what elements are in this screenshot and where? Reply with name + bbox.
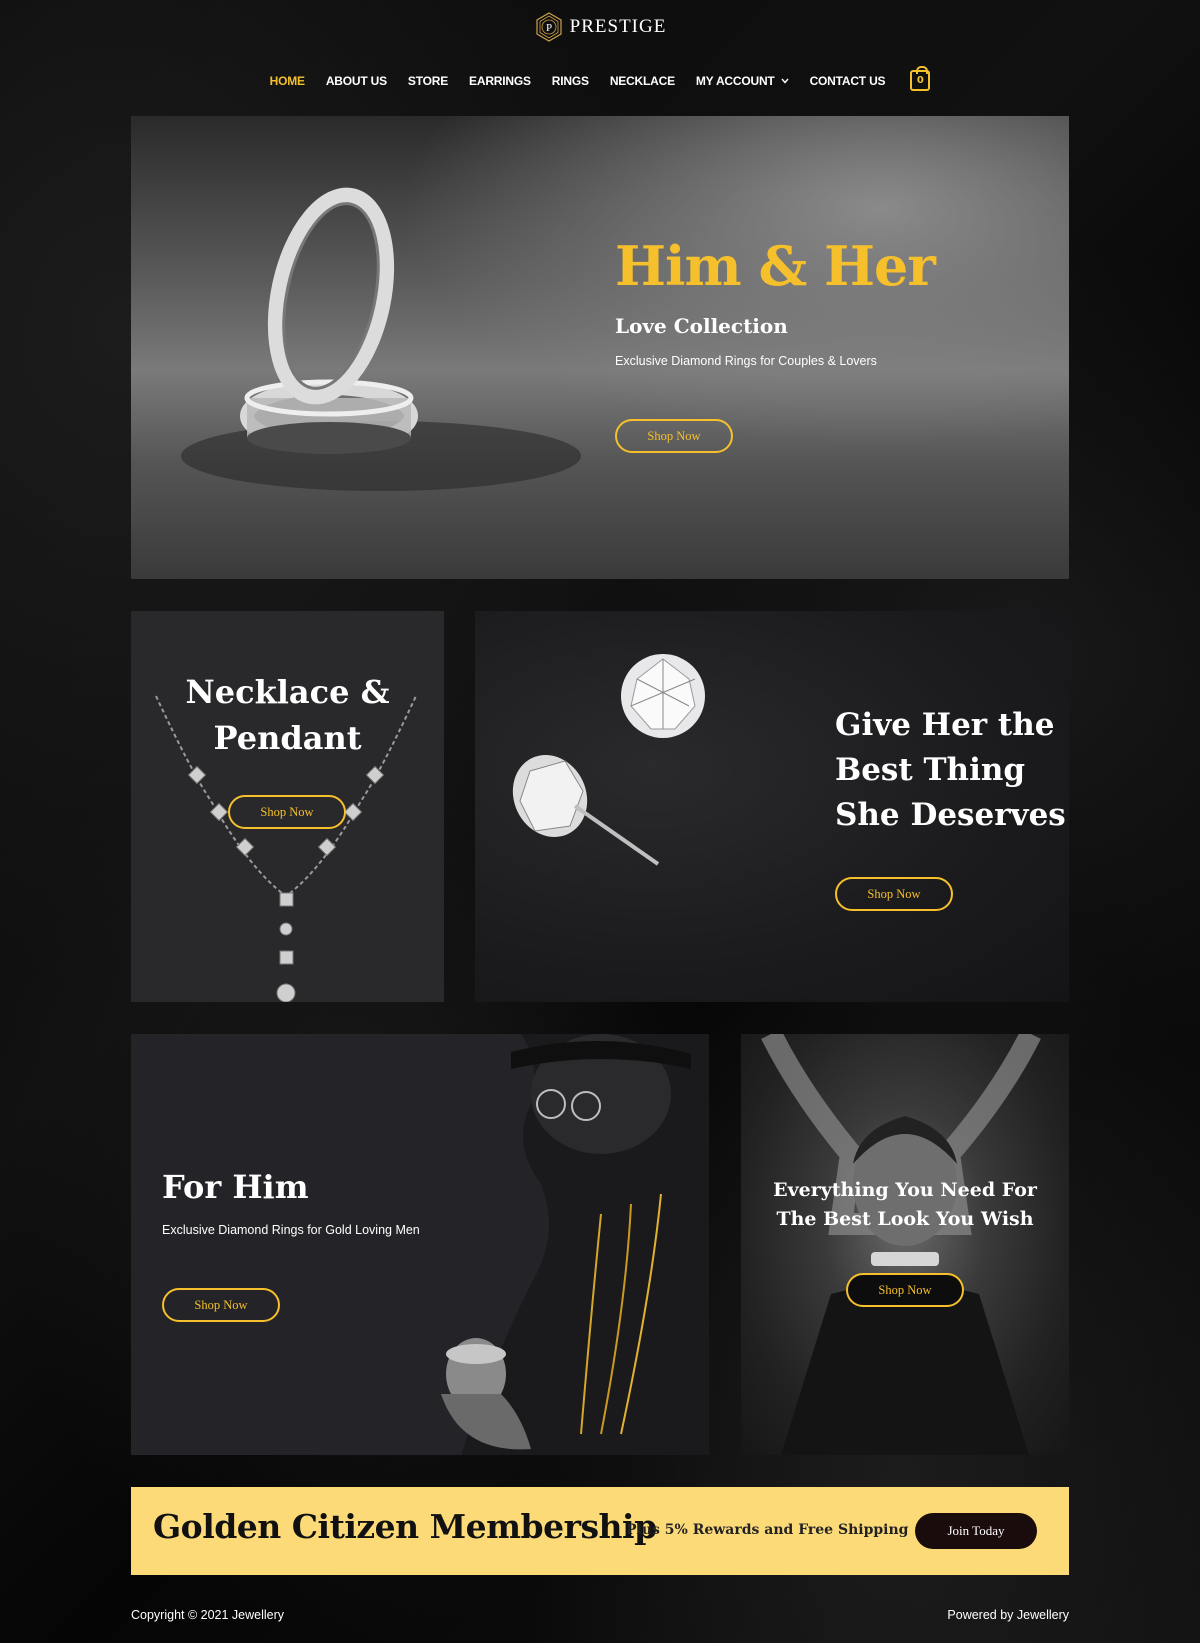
earring-title: Give Her the Best Thing She Deserves bbox=[835, 703, 1066, 838]
necklace-pendant-card: Necklace & Pendant Shop Now bbox=[131, 611, 444, 1002]
footer-powered-by: Powered by Jewellery bbox=[947, 1608, 1069, 1622]
hero-description: Exclusive Diamond Rings for Couples & Lo… bbox=[615, 354, 877, 368]
earring-title-line2: Best Thing bbox=[835, 752, 1026, 788]
necklace-title: Necklace & Pendant bbox=[131, 669, 444, 761]
footer-copyright: Copyright © 2021 Jewellery bbox=[131, 1608, 285, 1622]
nav-home[interactable]: HOME bbox=[270, 74, 305, 88]
nav-store[interactable]: STORE bbox=[408, 74, 448, 88]
man-with-glass-image bbox=[441, 1034, 709, 1455]
hero-subtitle: Love Collection bbox=[615, 314, 788, 338]
necklace-shop-now-button[interactable]: Shop Now bbox=[228, 795, 346, 829]
hero-banner: Him & Her Love Collection Exclusive Diam… bbox=[131, 116, 1069, 579]
earring-shop-now-button[interactable]: Shop Now bbox=[835, 877, 953, 911]
join-today-button[interactable]: Join Today bbox=[915, 1513, 1037, 1549]
for-him-shop-now-button[interactable]: Shop Now bbox=[162, 1288, 280, 1322]
nav-contact-us[interactable]: CONTACT US bbox=[810, 74, 886, 88]
nav-my-account[interactable]: MY ACCOUNT bbox=[696, 74, 789, 88]
necklace-title-line2: Pendant bbox=[213, 719, 362, 757]
woman-portrait-image bbox=[761, 1034, 1041, 1455]
for-him-description: Exclusive Diamond Rings for Gold Loving … bbox=[162, 1223, 420, 1237]
brand-name: PRESTIGE bbox=[569, 16, 667, 37]
earring-title-line1: Give Her the bbox=[835, 707, 1055, 743]
best-look-title-line1: Everything You Need For bbox=[773, 1179, 1037, 1201]
best-look-shop-now-button[interactable]: Shop Now bbox=[846, 1273, 964, 1307]
site-logo[interactable]: P PRESTIGE bbox=[0, 12, 1200, 42]
earring-feature-card: Give Her the Best Thing She Deserves Sho… bbox=[475, 611, 1069, 1002]
logo-monogram: P bbox=[546, 22, 552, 34]
hexagon-monogram-icon: P bbox=[534, 12, 564, 42]
nav-about-us[interactable]: ABOUT US bbox=[326, 74, 387, 88]
membership-banner: Golden Citizen Membership Plus 5% Reward… bbox=[131, 1487, 1069, 1575]
membership-title: Golden Citizen Membership bbox=[153, 1507, 657, 1546]
nav-earrings[interactable]: EARRINGS bbox=[469, 74, 531, 88]
necklace-title-line1: Necklace & bbox=[185, 673, 390, 711]
membership-subtitle: Plus 5% Rewards and Free Shipping bbox=[626, 1522, 909, 1538]
chevron-down-icon bbox=[781, 78, 789, 84]
nav-rings[interactable]: RINGS bbox=[552, 74, 589, 88]
cart-count: 0 bbox=[916, 75, 924, 86]
cart-icon[interactable]: 0 bbox=[910, 66, 931, 91]
wedding-rings-image bbox=[181, 187, 581, 491]
earring-title-line3: She Deserves bbox=[835, 797, 1066, 833]
best-look-card: Everything You Need For The Best Look Yo… bbox=[741, 1034, 1069, 1455]
nav-my-account-label: MY ACCOUNT bbox=[695, 73, 775, 88]
best-look-title: Everything You Need For The Best Look Yo… bbox=[741, 1176, 1069, 1234]
hero-shop-now-button[interactable]: Shop Now bbox=[615, 419, 733, 453]
for-him-title: For Him bbox=[162, 1168, 309, 1206]
nav-necklace[interactable]: NECKLACE bbox=[610, 74, 675, 88]
main-navigation: HOME ABOUT US STORE EARRINGS RINGS NECKL… bbox=[0, 66, 1200, 91]
best-look-title-line2: The Best Look You Wish bbox=[776, 1208, 1034, 1230]
hero-title: Him & Her bbox=[615, 234, 936, 298]
for-him-card: For Him Exclusive Diamond Rings for Gold… bbox=[131, 1034, 709, 1455]
